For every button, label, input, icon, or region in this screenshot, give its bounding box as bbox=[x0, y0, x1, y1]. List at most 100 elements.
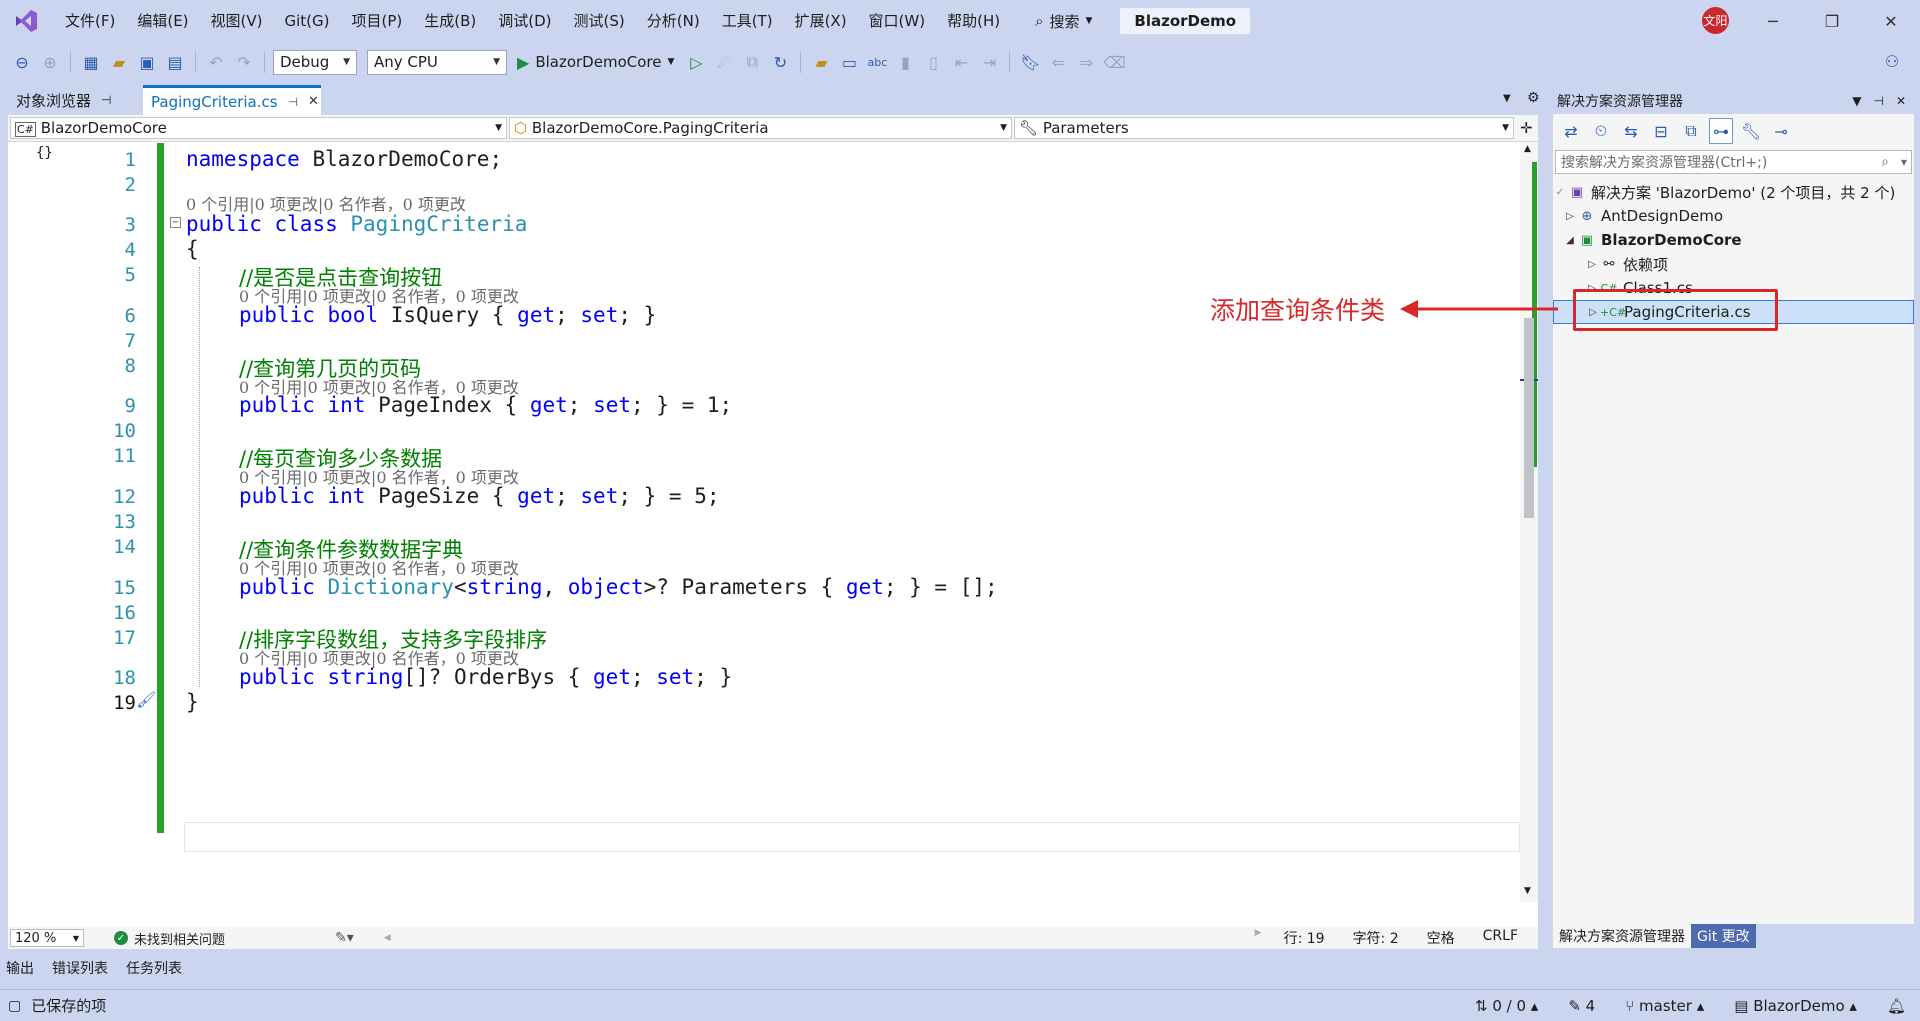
new-project-icon[interactable]: ▦ bbox=[79, 49, 103, 75]
filter-icon[interactable]: ⊶ bbox=[1709, 118, 1733, 144]
configuration-select[interactable]: Debug ▼ bbox=[273, 49, 357, 75]
back-icon[interactable]: ⊖ bbox=[10, 49, 34, 75]
code-cleanup-icon[interactable]: ✎▾ bbox=[335, 930, 354, 946]
spell-check-icon[interactable]: abc bbox=[865, 49, 889, 75]
split-editor-icon[interactable]: ✛ bbox=[1520, 119, 1533, 137]
line-indicator[interactable]: 行: 19 bbox=[1284, 928, 1325, 948]
menu-build[interactable]: 生成(B) bbox=[413, 0, 487, 42]
tab-task-list[interactable]: 任务列表 bbox=[126, 958, 182, 978]
pin-icon[interactable]: ⊣ bbox=[288, 95, 298, 109]
uncomment-icon[interactable]: ▯ bbox=[921, 49, 945, 75]
quick-action-brush-icon[interactable]: 🖌︎ bbox=[136, 690, 156, 709]
tab-output[interactable]: 输出 bbox=[6, 958, 34, 978]
git-commits-indicator[interactable]: ✎ 4 bbox=[1568, 997, 1595, 1015]
menu-debug[interactable]: 调试(D) bbox=[487, 0, 562, 42]
save-icon[interactable]: ▣ bbox=[135, 49, 159, 75]
start-debugging-button[interactable]: ▶ BlazorDemoCore ▼ bbox=[511, 53, 680, 72]
eol-indicator[interactable]: CRLF bbox=[1483, 928, 1518, 948]
refresh-icon[interactable]: ↻ bbox=[768, 49, 792, 75]
tree-item-antdesigndemo[interactable]: ▷ ⊕ AntDesignDemo bbox=[1553, 204, 1914, 228]
live-share-icon[interactable]: ⚇ bbox=[1880, 48, 1904, 74]
settings-icon[interactable]: ⚙ bbox=[1527, 90, 1540, 106]
notifications-icon[interactable]: 🔔︎ bbox=[1887, 997, 1906, 1015]
next-bookmark-icon[interactable]: ⇒ bbox=[1074, 49, 1098, 75]
collapse-toggle[interactable]: − bbox=[170, 217, 181, 228]
panel-menu-icon[interactable]: ▼ bbox=[1852, 94, 1861, 108]
menu-analyze[interactable]: 分析(N) bbox=[636, 0, 711, 42]
close-icon[interactable]: ✕ bbox=[1896, 94, 1906, 108]
pending-changes-icon[interactable]: ⏲ bbox=[1589, 118, 1613, 144]
solution-search-input[interactable]: 搜索解决方案资源管理器(Ctrl+;) ⌕ ▼ bbox=[1555, 150, 1912, 174]
vertical-scrollbar[interactable]: ▲ ▼ bbox=[1520, 142, 1538, 902]
tab-git-changes[interactable]: Git 更改 bbox=[1691, 924, 1756, 948]
open-folder-icon[interactable]: ▰ bbox=[107, 49, 131, 75]
undo-icon[interactable]: ↶ bbox=[204, 49, 228, 75]
previous-bookmark-icon[interactable]: ⇐ bbox=[1046, 49, 1070, 75]
hot-reload-icon[interactable]: ☄ bbox=[712, 49, 736, 75]
char-indicator[interactable]: 字符: 2 bbox=[1353, 928, 1399, 948]
show-all-files-icon[interactable]: ⧉ bbox=[1679, 118, 1703, 144]
expand-icon[interactable]: ▷ bbox=[1585, 259, 1599, 270]
save-all-icon[interactable]: ▤ bbox=[163, 49, 187, 75]
issues-indicator[interactable]: ✓ 未找到相关问题 bbox=[114, 929, 225, 948]
tree-item-blazordemocore[interactable]: ◢ ▣ BlazorDemoCore bbox=[1553, 228, 1914, 252]
properties-icon[interactable]: 🔧︎ bbox=[1739, 118, 1763, 144]
menu-test[interactable]: 测试(S) bbox=[563, 0, 636, 42]
sync-icon[interactable]: ⇆ bbox=[1619, 118, 1643, 144]
restore-button[interactable]: ❐ bbox=[1803, 0, 1861, 42]
repository-selector[interactable]: ▤ BlazorDemo ▴ bbox=[1734, 997, 1857, 1015]
menu-help[interactable]: 帮助(H) bbox=[936, 0, 1011, 42]
solution-folder-icon[interactable]: ▰ bbox=[809, 49, 833, 75]
tab-solution-explorer[interactable]: 解决方案资源管理器 bbox=[1553, 924, 1691, 948]
tab-error-list[interactable]: 错误列表 bbox=[52, 958, 108, 978]
switch-views-icon[interactable]: ⇄ bbox=[1559, 118, 1583, 144]
outdent-icon[interactable]: ⇤ bbox=[949, 49, 973, 75]
indent-icon[interactable]: ⇥ bbox=[977, 49, 1001, 75]
tab-object-browser[interactable]: 对象浏览器 ⊣ bbox=[8, 85, 143, 115]
forward-icon[interactable]: ⊕ bbox=[38, 49, 62, 75]
layout-icon[interactable]: ▭ bbox=[837, 49, 861, 75]
menu-tools[interactable]: 工具(T) bbox=[711, 0, 784, 42]
menu-edit[interactable]: 编辑(E) bbox=[126, 0, 199, 42]
tab-paging-criteria[interactable]: PagingCriteria.cs ⊣ ✕ bbox=[143, 85, 321, 115]
zoom-select[interactable]: 120 % ▼ bbox=[10, 929, 84, 947]
expand-icon[interactable]: ▷ bbox=[1563, 211, 1577, 222]
menu-git[interactable]: Git(G) bbox=[274, 0, 341, 42]
scroll-right-icon[interactable]: ▶ bbox=[1255, 928, 1262, 948]
scroll-thumb[interactable] bbox=[1524, 318, 1534, 518]
preview-icon[interactable]: ⊸ bbox=[1769, 118, 1793, 144]
type-dropdown[interactable]: ⬡ BlazorDemoCore.PagingCriteria ▼ bbox=[509, 117, 1012, 139]
menu-window[interactable]: 窗口(W) bbox=[858, 0, 937, 42]
tab-overflow-icon[interactable]: ▼ bbox=[1503, 93, 1511, 104]
browser-link-icon[interactable]: ⧉ bbox=[740, 49, 764, 75]
git-changes-indicator[interactable]: ⇅ 0 / 0 ▴ bbox=[1475, 997, 1538, 1015]
close-tab-icon[interactable]: ✕ bbox=[308, 94, 319, 109]
redo-icon[interactable]: ↷ bbox=[232, 49, 256, 75]
chevron-down-icon[interactable]: ▼ bbox=[1901, 158, 1907, 167]
start-without-debugging-icon[interactable]: ▷ bbox=[684, 49, 708, 75]
bookmark-icon[interactable]: 🔖︎ bbox=[1018, 49, 1042, 75]
menu-view[interactable]: 视图(V) bbox=[200, 0, 274, 42]
scroll-up-icon[interactable]: ▲ bbox=[1524, 144, 1531, 154]
pin-icon[interactable]: ⊣ bbox=[101, 93, 111, 107]
menu-file[interactable]: 文件(F) bbox=[54, 0, 126, 42]
project-dropdown[interactable]: C# BlazorDemoCore ▼ bbox=[10, 117, 507, 139]
close-window-button[interactable]: ✕ bbox=[1862, 0, 1920, 42]
avatar[interactable]: 文阳 bbox=[1702, 7, 1729, 34]
pin-icon[interactable]: ⊣ bbox=[1873, 94, 1883, 108]
branch-selector[interactable]: ⑂ master ▴ bbox=[1625, 997, 1704, 1015]
platform-select[interactable]: Any CPU ▼ bbox=[367, 49, 507, 75]
menu-extensions[interactable]: 扩展(X) bbox=[784, 0, 858, 42]
tree-item-solution[interactable]: ✓ ▣ 解决方案 'BlazorDemo' (2 个项目，共 2 个) bbox=[1553, 180, 1914, 204]
code-text-area[interactable]: {} 1 2 3 4 5 6 7 8 9 10 11 12 13 14 15 1… bbox=[8, 143, 1520, 903]
search-button[interactable]: ⌕ 搜索 ▼ bbox=[1025, 6, 1102, 36]
clear-bookmarks-icon[interactable]: ⌫ bbox=[1102, 49, 1126, 75]
collapse-all-icon[interactable]: ⊟ bbox=[1649, 118, 1673, 144]
menu-project[interactable]: 项目(P) bbox=[341, 0, 414, 42]
spacing-indicator[interactable]: 空格 bbox=[1427, 928, 1455, 948]
comment-icon[interactable]: ▮ bbox=[893, 49, 917, 75]
scroll-down-icon[interactable]: ▼ bbox=[1524, 886, 1531, 896]
scroll-left-icon[interactable]: ◀ bbox=[384, 933, 391, 943]
minimize-button[interactable]: ─ bbox=[1744, 0, 1802, 42]
tree-item-dependencies[interactable]: ▷ ⚯ 依赖项 bbox=[1553, 252, 1914, 276]
